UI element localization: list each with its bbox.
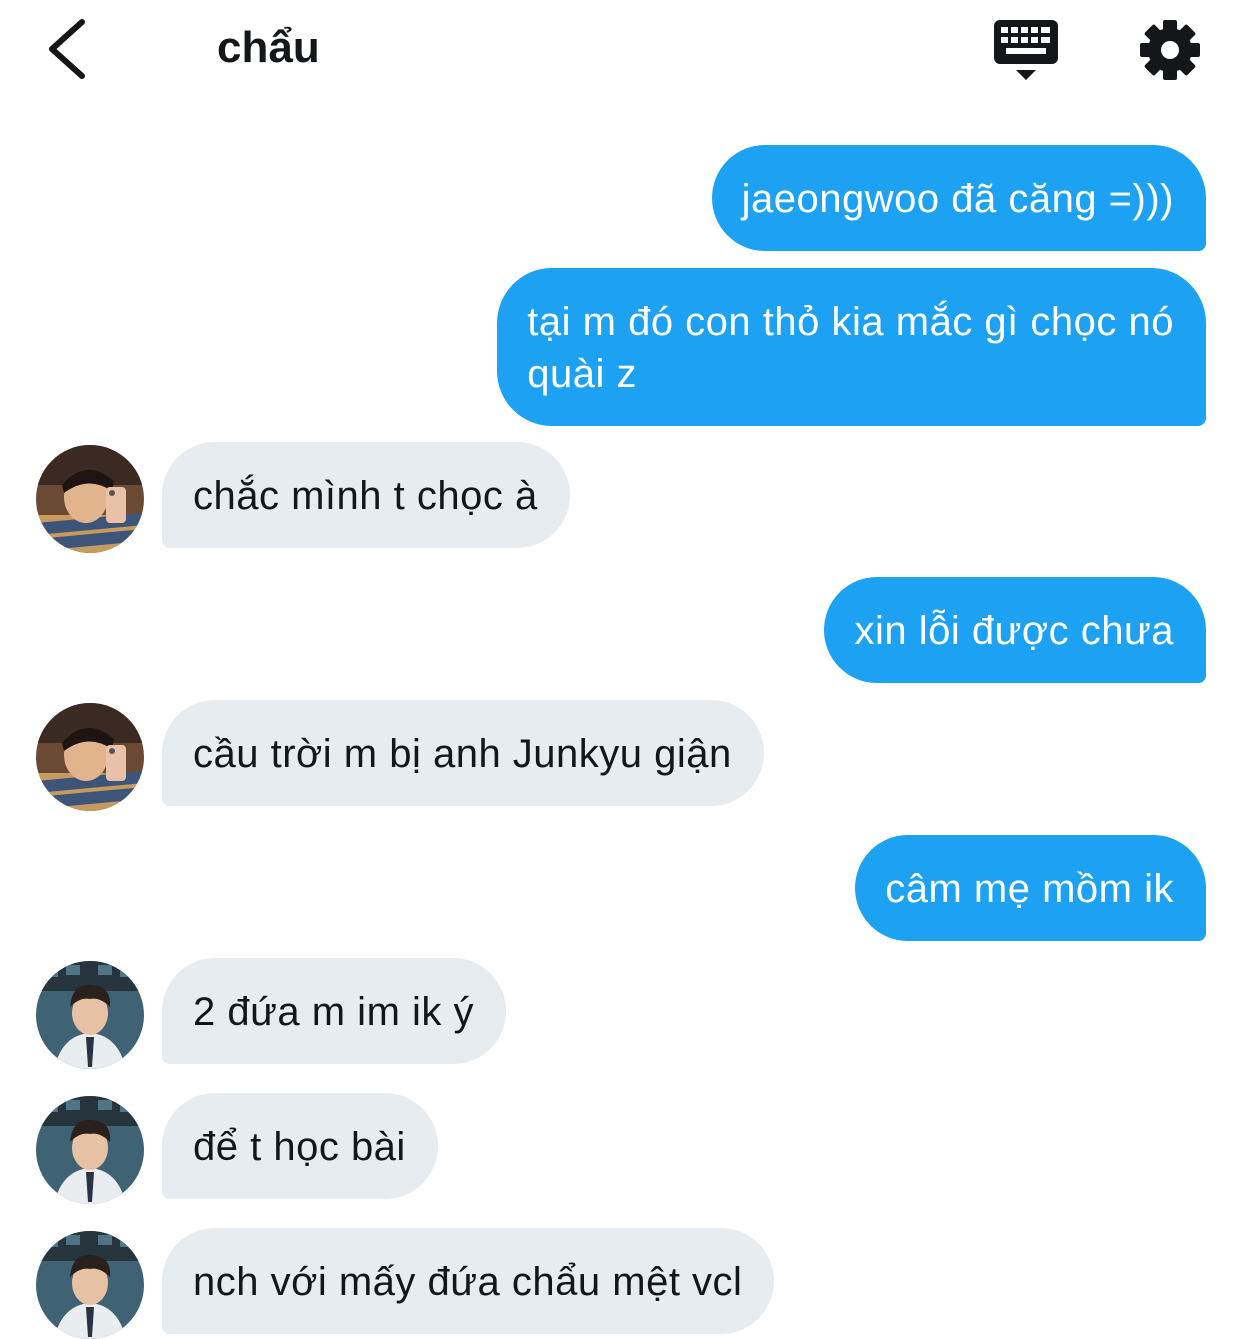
avatar[interactable] (36, 703, 144, 811)
avatar[interactable] (36, 445, 144, 553)
avatar-school-uniform (36, 961, 144, 1069)
incoming-message[interactable]: nch với mấy đứa chẩu mệt vcl (162, 1228, 775, 1334)
incoming-message[interactable]: 2 đứa m im ik ý (162, 958, 506, 1064)
avatar[interactable] (36, 1231, 144, 1339)
avatar[interactable] (36, 961, 144, 1069)
avatar-school-uniform (36, 1231, 144, 1339)
incoming-message[interactable]: chắc mình t chọc à (162, 442, 570, 548)
avatar-mirror-selfie (36, 703, 144, 811)
message-thread: jaeongwoo đã căng =))) tại m đó con thỏ … (0, 0, 1242, 1339)
outgoing-message[interactable]: tại m đó con thỏ kia mắc gì chọc nó quài… (497, 268, 1206, 426)
outgoing-message[interactable]: jaeongwoo đã căng =))) (711, 145, 1206, 251)
outgoing-message[interactable]: câm mẹ mồm ik (855, 835, 1206, 941)
avatar-mirror-selfie (36, 445, 144, 553)
outgoing-message[interactable]: xin lỗi được chưa (824, 577, 1206, 683)
incoming-message[interactable]: cầu trời m bị anh Junkyu giận (162, 700, 764, 806)
avatar[interactable] (36, 1096, 144, 1204)
avatar-school-uniform (36, 1096, 144, 1204)
incoming-message[interactable]: để t học bài (162, 1093, 438, 1199)
